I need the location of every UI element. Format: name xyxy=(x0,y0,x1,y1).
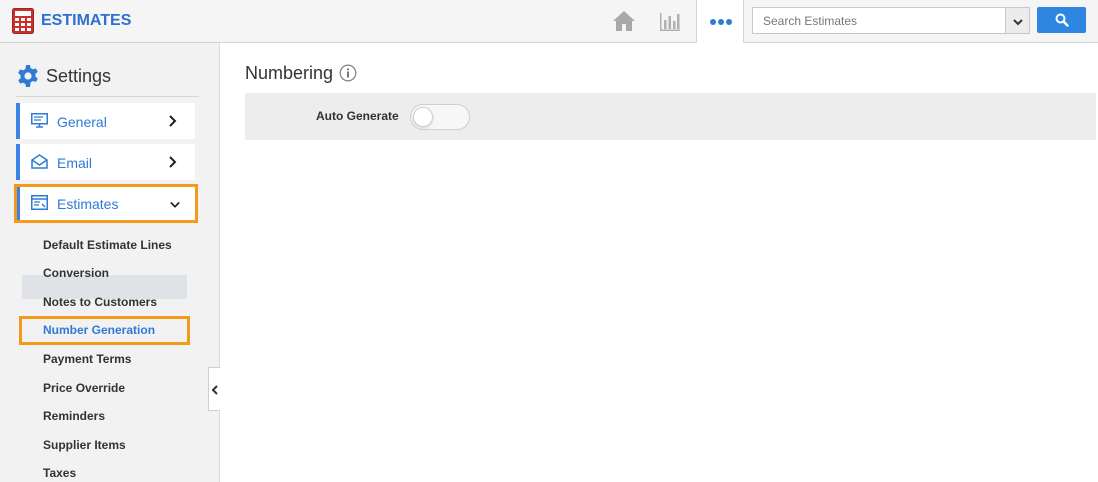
sub-item-notes-to-customers[interactable]: Notes to Customers xyxy=(43,295,157,309)
chevron-down-icon xyxy=(170,201,180,208)
search-input[interactable] xyxy=(752,7,1006,34)
monitor-icon xyxy=(31,113,48,128)
sidebar-item-general[interactable]: General xyxy=(16,103,195,139)
toggle-knob xyxy=(413,107,433,127)
search-button[interactable] xyxy=(1037,7,1086,33)
app-title: ESTIMATES xyxy=(41,12,132,29)
chevron-left-icon xyxy=(211,385,218,395)
auto-generate-toggle[interactable] xyxy=(410,104,470,130)
more-dot-icon xyxy=(710,19,716,25)
more-options-button[interactable] xyxy=(696,0,744,43)
calculator-icon xyxy=(12,8,34,34)
sidebar-item-label: Estimates xyxy=(57,196,119,212)
top-bar: ESTIMATES xyxy=(0,0,1098,43)
sidebar-item-email[interactable]: Email xyxy=(16,144,195,180)
sidebar-item-label: Email xyxy=(57,155,93,171)
bar-chart-icon[interactable] xyxy=(659,10,681,32)
sub-item-taxes[interactable]: Taxes xyxy=(43,466,76,480)
sub-item-reminders[interactable]: Reminders xyxy=(43,409,105,423)
chevron-right-icon xyxy=(169,156,177,168)
more-dot-icon xyxy=(726,19,732,25)
sidebar-item-estimates[interactable]: Estimates xyxy=(16,185,195,221)
sub-item-conversion[interactable]: Conversion xyxy=(43,266,109,280)
chevron-right-icon xyxy=(169,115,177,127)
sidebar-collapse-button[interactable] xyxy=(208,367,220,411)
home-icon[interactable] xyxy=(612,10,636,32)
sidebar-item-label: General xyxy=(57,114,107,130)
search-filter-dropdown[interactable] xyxy=(1005,7,1030,34)
divider xyxy=(16,96,199,97)
page-title: Numbering xyxy=(245,63,334,83)
search-icon xyxy=(1055,13,1069,27)
sub-item-price-override[interactable]: Price Override xyxy=(43,381,125,395)
gear-icon xyxy=(18,65,38,87)
chevron-down-icon xyxy=(1013,19,1023,26)
sub-item-supplier-items[interactable]: Supplier Items xyxy=(43,438,126,452)
more-dot-icon xyxy=(718,19,724,25)
sub-item-default-estimate-lines[interactable]: Default Estimate Lines xyxy=(43,238,172,252)
sub-item-payment-terms[interactable]: Payment Terms xyxy=(43,352,131,366)
info-icon[interactable] xyxy=(339,64,357,82)
envelope-icon xyxy=(31,154,48,169)
document-icon xyxy=(31,195,48,210)
sub-item-number-generation[interactable]: Number Generation xyxy=(43,323,155,337)
settings-title: Settings xyxy=(46,66,112,86)
auto-generate-label: Auto Generate xyxy=(316,109,399,123)
